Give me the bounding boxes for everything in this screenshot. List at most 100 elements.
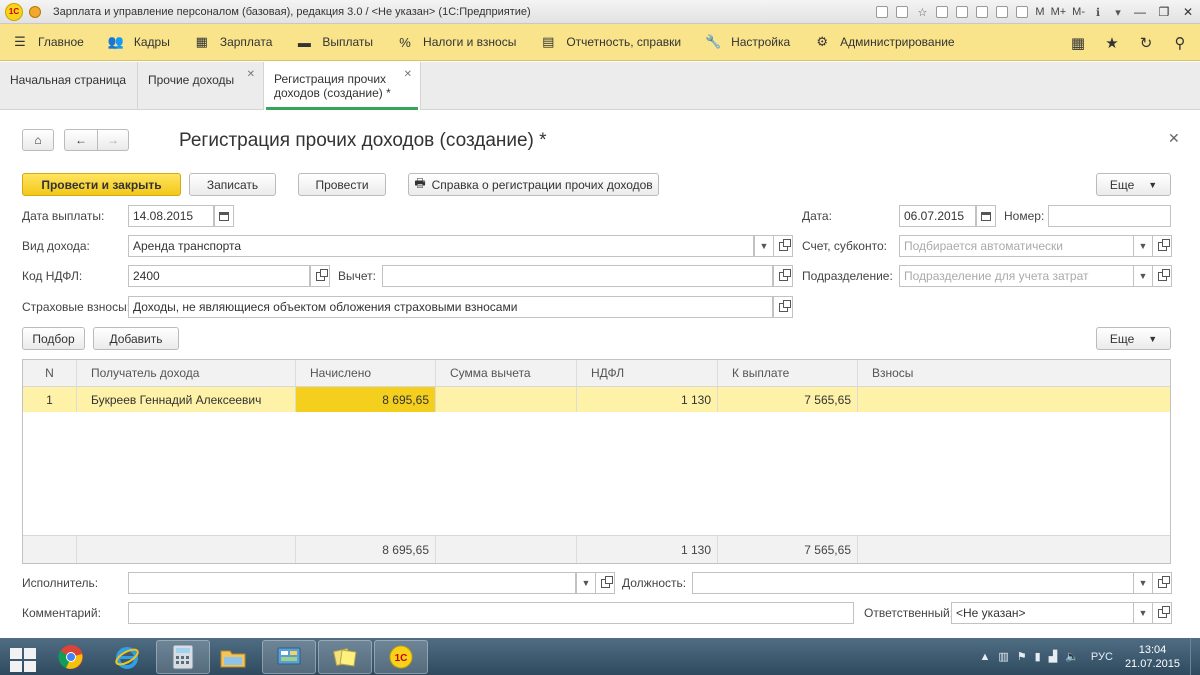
tray-expand-icon[interactable]: ▲ <box>980 651 991 663</box>
1c-icon[interactable]: 1С <box>374 640 428 674</box>
show-desktop-button[interactable] <box>1190 638 1200 675</box>
position-open[interactable] <box>1152 572 1172 594</box>
star-icon[interactable]: ★ <box>1100 31 1124 55</box>
payment-date-field[interactable]: 14.08.2015 <box>128 205 214 227</box>
column-header[interactable]: Получатель дохода <box>77 360 296 386</box>
ndfl-code-open[interactable] <box>310 265 330 287</box>
cell-recipient[interactable]: Букреев Геннадий Алексеевич <box>77 387 296 412</box>
executor-open[interactable] <box>595 572 615 594</box>
settings-dropdown-icon[interactable]: ▾ <box>1109 3 1127 21</box>
insurance-open[interactable] <box>773 296 793 318</box>
column-header[interactable]: К выплате <box>718 360 858 386</box>
close-tab-icon[interactable]: ✕ <box>247 68 255 82</box>
date-field[interactable]: 06.07.2015 <box>899 205 976 227</box>
tab-registration[interactable]: Регистрация прочих доходов (создание) * ✕ <box>264 62 421 110</box>
cell-n[interactable]: 1 <box>23 387 77 412</box>
calculator-small-icon[interactable] <box>1013 3 1031 21</box>
cell-accrued[interactable]: 8 695,65 <box>296 387 436 412</box>
department-open[interactable] <box>1152 265 1172 287</box>
calendar-button[interactable] <box>976 205 996 227</box>
responsible-open[interactable] <box>1152 602 1172 624</box>
account-dropdown[interactable]: ▼ <box>1133 235 1153 257</box>
table-row[interactable]: 1 Букреев Геннадий Алексеевич 8 695,65 1… <box>23 387 1170 412</box>
post-button[interactable]: Провести <box>298 173 386 196</box>
column-header[interactable]: Сумма вычета <box>436 360 577 386</box>
forward-button[interactable]: → <box>97 129 129 151</box>
close-tab-icon[interactable]: ✕ <box>404 68 412 82</box>
flag-icon[interactable]: ⚑ <box>1017 650 1027 663</box>
save-button[interactable]: Записать <box>189 173 276 196</box>
comment-field[interactable] <box>128 602 854 624</box>
department-field[interactable]: Подразделение для учета затрат <box>899 265 1134 287</box>
account-field[interactable]: Подбирается автоматически <box>899 235 1134 257</box>
responsible-field[interactable]: <Не указан> <box>951 602 1134 624</box>
certificate-button[interactable]: 🖶 Справка о регистрации прочих доходов <box>408 173 659 196</box>
sticky-notes-icon[interactable] <box>318 640 372 674</box>
cell-payout[interactable]: 7 565,65 <box>718 387 858 412</box>
position-field[interactable] <box>692 572 1134 594</box>
income-type-dropdown[interactable]: ▼ <box>754 235 774 257</box>
favorites-add-icon[interactable]: ☆ <box>913 3 931 21</box>
cell-ndfl[interactable]: 1 130 <box>577 387 718 412</box>
column-header[interactable]: Начислено <box>296 360 436 386</box>
print-icon[interactable] <box>873 3 891 21</box>
1c-logo-icon[interactable]: 1С <box>5 2 23 21</box>
memory-button[interactable]: M <box>1035 6 1044 18</box>
cell-contributions[interactable] <box>858 387 1170 412</box>
ie-icon[interactable] <box>100 640 154 674</box>
income-type-field[interactable]: Аренда транспорта <box>128 235 754 257</box>
calculator-icon[interactable] <box>156 640 210 674</box>
income-type-open[interactable] <box>773 235 793 257</box>
tab-other-income[interactable]: Прочие доходы ✕ <box>138 62 264 110</box>
menu-main[interactable]: ☰ Главное <box>0 24 96 61</box>
battery-icon[interactable]: ▮ <box>1035 650 1041 663</box>
calendar-icon[interactable] <box>993 3 1011 21</box>
column-header[interactable]: N <box>23 360 77 386</box>
number-field[interactable] <box>1048 205 1171 227</box>
help-icon[interactable]: ℹ <box>1089 3 1107 21</box>
close-window-button[interactable]: ✕ <box>1176 2 1200 22</box>
account-open[interactable] <box>1152 235 1172 257</box>
language-indicator[interactable]: РУС <box>1091 651 1113 663</box>
position-dropdown[interactable]: ▼ <box>1133 572 1153 594</box>
network-icon[interactable]: ▥ <box>998 650 1008 663</box>
minimize-button[interactable]: — <box>1128 2 1152 22</box>
menu-personnel[interactable]: 👥 Кадры <box>96 24 182 61</box>
insurance-field[interactable]: Доходы, не являющиеся объектом обложения… <box>128 296 773 318</box>
chrome-icon[interactable] <box>44 640 98 674</box>
more-button[interactable]: Еще ▼ <box>1096 173 1171 196</box>
column-header[interactable]: НДФЛ <box>577 360 718 386</box>
deduction-open[interactable] <box>773 265 793 287</box>
cell-deduction[interactable] <box>436 387 577 412</box>
pick-button[interactable]: Подбор <box>22 327 85 350</box>
department-dropdown[interactable]: ▼ <box>1133 265 1153 287</box>
memory-minus-button[interactable]: M- <box>1072 6 1085 18</box>
save-icon[interactable] <box>893 3 911 21</box>
responsible-dropdown[interactable]: ▼ <box>1133 602 1153 624</box>
app-menu-icon[interactable] <box>29 5 41 18</box>
menu-reports[interactable]: ▤ Отчетность, справки <box>528 24 693 61</box>
menu-payments[interactable]: ▬ Выплаты <box>284 24 385 61</box>
all-functions-icon[interactable]: ▦ <box>1066 31 1090 55</box>
info-icon[interactable] <box>973 3 991 21</box>
history-icon[interactable] <box>953 3 971 21</box>
executor-dropdown[interactable]: ▼ <box>576 572 596 594</box>
restore-button[interactable]: ❐ <box>1152 2 1176 22</box>
favorites-icon[interactable] <box>933 3 951 21</box>
explorer-icon[interactable] <box>206 640 260 674</box>
close-form-icon[interactable]: ✕ <box>1168 130 1180 147</box>
home-button[interactable]: ⌂ <box>22 129 54 151</box>
start-button[interactable] <box>6 642 36 672</box>
clock[interactable]: 13:04 21.07.2015 <box>1125 643 1180 671</box>
calendar-button[interactable] <box>214 205 234 227</box>
table-more-button[interactable]: Еще ▼ <box>1096 327 1171 350</box>
back-button[interactable]: ← <box>64 129 97 151</box>
history-icon[interactable]: ↻ <box>1134 31 1158 55</box>
menu-settings[interactable]: 🔧 Настройка <box>693 24 802 61</box>
post-and-close-button[interactable]: Провести и закрыть <box>22 173 181 196</box>
add-button[interactable]: Добавить <box>93 327 179 350</box>
menu-taxes[interactable]: % Налоги и взносы <box>385 24 528 61</box>
tab-home[interactable]: Начальная страница <box>0 62 138 110</box>
signal-icon[interactable]: ▟ <box>1049 650 1057 663</box>
column-header[interactable]: Взносы <box>858 360 1170 386</box>
